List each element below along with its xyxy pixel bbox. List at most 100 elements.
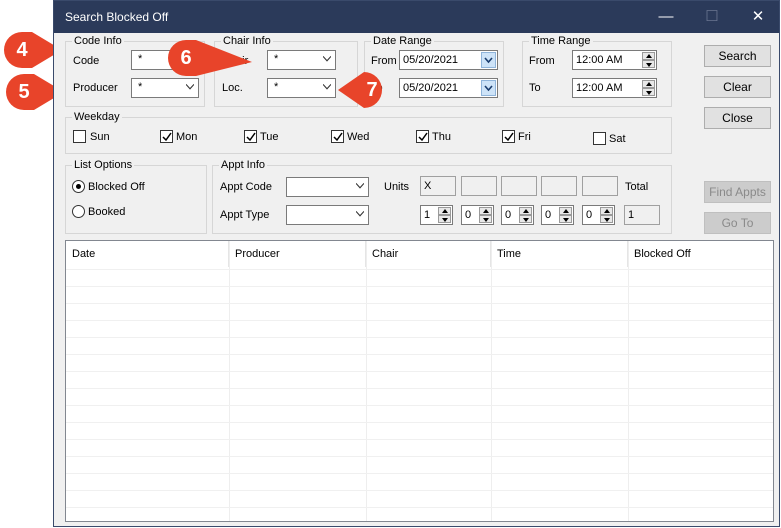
search-blocked-off-window: Search Blocked Off — ☐ ✕ Code Info Code … xyxy=(53,0,780,527)
sat-checkbox[interactable] xyxy=(593,132,606,145)
grid-row-line xyxy=(66,405,773,406)
thu-label: Thu xyxy=(432,131,451,143)
grid-column-line xyxy=(628,241,629,521)
unit-box-2[interactable] xyxy=(461,176,497,196)
callout-5: 5 xyxy=(4,72,64,112)
list-options-group: List Options xyxy=(65,158,207,234)
close-button[interactable]: Close xyxy=(704,107,771,129)
tue-checkbox[interactable] xyxy=(244,130,257,143)
grid-column-line xyxy=(229,241,230,521)
grid-row-line xyxy=(66,371,773,372)
unit-box-3[interactable] xyxy=(501,176,537,196)
unit-spinner-1[interactable]: 1 xyxy=(420,205,453,225)
chevron-down-icon xyxy=(356,210,364,217)
unit-box-1[interactable]: X xyxy=(420,176,456,196)
column-header-chair[interactable]: Chair xyxy=(366,241,491,267)
loc-combo[interactable]: * xyxy=(267,78,336,98)
chevron-down-icon xyxy=(356,182,364,189)
column-header-blocked-off[interactable]: Blocked Off xyxy=(628,241,773,267)
grid-row-line xyxy=(66,439,773,440)
spin-down-icon[interactable] xyxy=(438,215,451,223)
time-from-label: From xyxy=(529,55,555,67)
spin-down-icon[interactable] xyxy=(600,215,613,223)
spin-down-icon[interactable] xyxy=(642,88,655,96)
spin-up-icon[interactable] xyxy=(642,80,655,88)
window-title: Search Blocked Off xyxy=(65,10,169,24)
fri-label: Fri xyxy=(518,131,531,143)
column-header-time[interactable]: Time xyxy=(491,241,628,267)
spin-up-icon[interactable] xyxy=(519,207,532,215)
spin-down-icon[interactable] xyxy=(519,215,532,223)
grid-row-line xyxy=(66,354,773,355)
spin-up-icon[interactable] xyxy=(559,207,572,215)
producer-combo[interactable]: * xyxy=(131,78,199,98)
spin-down-icon[interactable] xyxy=(479,215,492,223)
weekday-title: Weekday xyxy=(72,110,122,124)
wed-label: Wed xyxy=(347,131,370,143)
appt-type-combo[interactable] xyxy=(286,205,369,225)
chevron-down-icon xyxy=(186,83,194,90)
grid-column-line xyxy=(366,241,367,521)
wed-checkbox[interactable] xyxy=(331,130,344,143)
list-options-title: List Options xyxy=(72,158,135,172)
appt-info-title: Appt Info xyxy=(219,158,268,172)
calendar-dropdown-icon[interactable] xyxy=(481,52,496,68)
find-appts-button[interactable]: Find Appts xyxy=(704,181,771,203)
grid-row-line xyxy=(66,456,773,457)
unit-spinner-4[interactable]: 0 xyxy=(541,205,574,225)
tue-label: Tue xyxy=(260,131,279,143)
sun-checkbox[interactable] xyxy=(73,130,86,143)
grid-row-line xyxy=(66,507,773,508)
grid-row-line xyxy=(66,337,773,338)
sat-label: Sat xyxy=(609,133,626,145)
time-from-spinner[interactable]: 12:00 AM xyxy=(572,50,657,70)
clear-button[interactable]: Clear xyxy=(704,76,771,98)
maximize-button[interactable]: ☐ xyxy=(689,1,735,33)
total-label: Total xyxy=(625,181,649,193)
spin-down-icon[interactable] xyxy=(559,215,572,223)
spin-up-icon[interactable] xyxy=(438,207,451,215)
time-to-label: To xyxy=(529,82,541,94)
fri-checkbox[interactable] xyxy=(502,130,515,143)
go-to-button[interactable]: Go To xyxy=(704,212,771,234)
thu-checkbox[interactable] xyxy=(416,130,429,143)
mon-label: Mon xyxy=(176,131,198,143)
column-header-producer[interactable]: Producer xyxy=(229,241,366,267)
appt-code-label: Appt Code xyxy=(220,181,272,193)
minimize-button[interactable]: — xyxy=(643,1,689,33)
code-info-title: Code Info xyxy=(72,34,124,48)
grid-row-line xyxy=(66,320,773,321)
unit-spinner-2[interactable]: 0 xyxy=(461,205,494,225)
loc-label: Loc. xyxy=(222,82,243,94)
unit-spinner-3[interactable]: 0 xyxy=(501,205,534,225)
unit-spinner-5[interactable]: 0 xyxy=(582,205,615,225)
booked-radio[interactable] xyxy=(72,205,85,218)
search-button[interactable]: Search xyxy=(704,45,771,67)
grid-row-line xyxy=(66,422,773,423)
date-to-picker[interactable]: 05/20/2021 xyxy=(399,78,498,98)
grid-column-line xyxy=(491,241,492,521)
chevron-down-icon xyxy=(323,55,331,62)
grid-row-line xyxy=(66,473,773,474)
callout-4: 4 xyxy=(2,30,62,70)
chevron-down-icon xyxy=(323,83,331,90)
calendar-dropdown-icon[interactable] xyxy=(481,80,496,96)
grid-row-line xyxy=(66,490,773,491)
spin-down-icon[interactable] xyxy=(642,60,655,68)
code-label: Code xyxy=(73,55,100,67)
appt-code-combo[interactable] xyxy=(286,177,369,197)
close-window-button[interactable]: ✕ xyxy=(735,1,781,33)
unit-box-4[interactable] xyxy=(541,176,577,196)
units-label: Units xyxy=(384,181,410,193)
mon-checkbox[interactable] xyxy=(160,130,173,143)
chair-combo[interactable]: * xyxy=(267,50,336,70)
results-grid[interactable]: Date Producer Chair Time Blocked Off xyxy=(65,240,774,522)
blocked-off-radio[interactable] xyxy=(72,180,85,193)
spin-up-icon[interactable] xyxy=(600,207,613,215)
unit-box-5[interactable] xyxy=(582,176,618,196)
column-header-date[interactable]: Date xyxy=(66,241,229,267)
time-to-spinner[interactable]: 12:00 AM xyxy=(572,78,657,98)
spin-up-icon[interactable] xyxy=(479,207,492,215)
spin-up-icon[interactable] xyxy=(642,52,655,60)
date-from-picker[interactable]: 05/20/2021 xyxy=(399,50,498,70)
